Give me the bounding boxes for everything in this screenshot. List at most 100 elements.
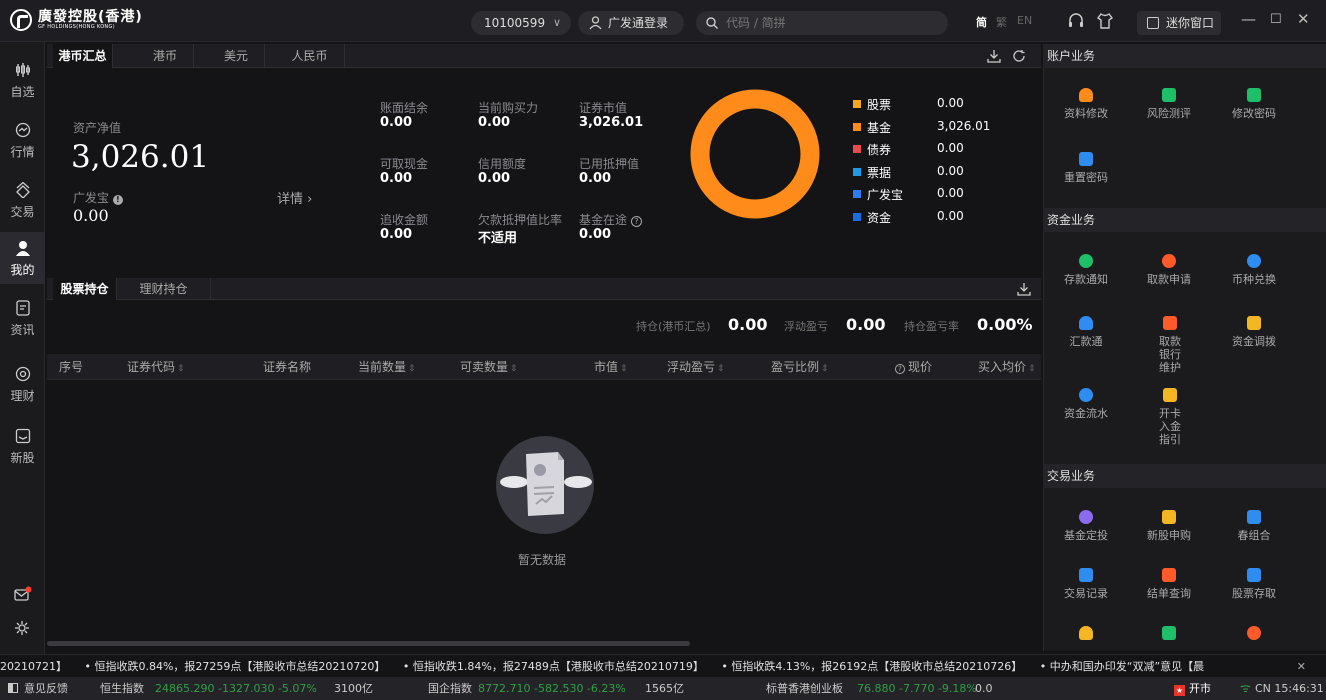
sidebar-item-market[interactable]: 行情 <box>0 114 45 164</box>
sidebar-item-ipo[interactable]: 新股 <box>0 420 45 470</box>
tab-hkd-summary[interactable]: 港币汇总 <box>53 44 113 68</box>
biz-spring-portfolio[interactable]: 春组合 <box>1224 510 1284 542</box>
detail-link[interactable]: 详情 › <box>277 188 312 207</box>
status-bar: 意见反馈 恒生指数 24865.290 -1327.030 -5.07% 310… <box>0 677 1326 700</box>
col-pnl-ratio[interactable]: 盈亏比例 ⇕ <box>771 354 829 382</box>
biz-label: 币种兑换 <box>1232 273 1276 286</box>
biz-card-deposit-guide[interactable]: 开卡入金指引 <box>1139 388 1201 446</box>
records-icon <box>1079 568 1093 582</box>
biz-withdraw[interactable]: 取款申请 <box>1139 254 1199 286</box>
sidebar-item-wealth[interactable]: 理财 <box>0 358 45 408</box>
col-market-value[interactable]: 市值 ⇕ <box>594 354 628 382</box>
legend-swatch <box>853 213 861 221</box>
biz-stock-deposit-withdraw[interactable]: 股票存取 <box>1224 568 1284 600</box>
sidebar-label-trade: 交易 <box>10 205 35 219</box>
biz-reset-password[interactable]: 重置密码 <box>1056 152 1116 184</box>
biz-statement-query[interactable]: 结单查询 <box>1139 568 1199 600</box>
col-sellable[interactable]: 可卖数量 ⇕ <box>460 354 518 382</box>
maximize-button[interactable]: ☐ <box>1270 12 1282 27</box>
help-icon[interactable]: ? <box>895 364 905 374</box>
holding-stat-label: 持仓盈亏率 <box>904 320 959 333</box>
ticker-item[interactable]: • 恒指收跌1.84%，报27489点【港股收市总结20210719】 <box>403 660 704 673</box>
gf-login-button[interactable]: 广发通登录 <box>578 11 684 35</box>
tab-cny[interactable]: 人民币 <box>275 44 345 68</box>
horizontal-scrollbar[interactable] <box>47 641 690 646</box>
sidebar-item-mine[interactable]: 我的 <box>0 232 45 284</box>
biz-fund-flow[interactable]: 资金流水 <box>1056 388 1116 420</box>
skin-icon[interactable] <box>1096 12 1114 30</box>
hscei-label[interactable]: 国企指数 <box>428 677 472 700</box>
download-icon[interactable] <box>987 49 1001 63</box>
chart-up-icon <box>1247 568 1261 582</box>
biz-trade-records[interactable]: 交易记录 <box>1056 568 1116 600</box>
search-icon <box>706 17 718 29</box>
download-icon[interactable] <box>1017 282 1031 296</box>
legend-value: 0.00 <box>937 186 964 201</box>
legend-swatch <box>853 122 861 131</box>
message-button[interactable] <box>14 586 32 606</box>
tab-hkd[interactable]: 港币 <box>137 44 194 68</box>
ticker-item[interactable]: • 恒指收跌0.84%，报27259点【港股收市总结20210720】 <box>85 660 386 673</box>
gem-label[interactable]: 标普香港创业板 <box>766 677 843 700</box>
biz-ipo-subscription[interactable]: 新股申购 <box>1139 510 1199 542</box>
refresh-icon[interactable] <box>1012 49 1026 63</box>
lang-traditional[interactable]: 繁 <box>996 14 1007 30</box>
sidebar-item-watchlist[interactable]: 自选 <box>0 54 45 104</box>
info-icon[interactable]: ! <box>112 195 123 205</box>
help-icon[interactable]: ? <box>630 216 642 227</box>
col-pnl[interactable]: 浮动盈亏 ⇕ <box>667 354 725 382</box>
sidebar-item-news[interactable]: 资讯 <box>0 292 45 342</box>
biz-fund-transfer[interactable]: 资金调拨 <box>1224 316 1284 348</box>
gem-volume: 0.0 <box>975 682 993 695</box>
gf-login-label: 广发通登录 <box>608 16 669 30</box>
tab-wealth-holdings[interactable]: 理财持仓 <box>117 278 211 300</box>
settings-button[interactable] <box>14 620 30 640</box>
sidebar-item-trade[interactable]: 交易 <box>0 174 45 224</box>
col-quantity[interactable]: 当前数量 ⇕ <box>358 354 416 382</box>
field-label: 基金在途 ? <box>579 211 642 228</box>
biz-more-2[interactable] <box>1139 626 1199 646</box>
close-icon[interactable]: ✕ <box>1297 655 1306 677</box>
biz-risk-assessment[interactable]: 风险测评 <box>1139 88 1199 120</box>
col-sellable-label: 可卖数量 <box>460 360 509 374</box>
col-price-label: 现价 <box>908 360 933 374</box>
biz-label: 存款通知 <box>1064 273 1108 286</box>
lang-simplified[interactable]: 简 <box>976 14 987 30</box>
net-asset-label: 资产净值 <box>73 121 122 135</box>
close-button[interactable]: ✕ <box>1297 10 1310 28</box>
biz-deposit-notice[interactable]: 存款通知 <box>1056 254 1116 286</box>
minimize-button[interactable]: — <box>1241 10 1256 28</box>
biz-currency-exchange[interactable]: 币种兑换 <box>1224 254 1284 286</box>
col-code[interactable]: 证券代码 ⇕ <box>127 354 185 382</box>
feedback-button[interactable]: 意见反馈 <box>8 677 68 700</box>
biz-fund-investment-plan[interactable]: 基金定投 <box>1056 510 1116 542</box>
biz-more-3[interactable] <box>1224 626 1284 646</box>
sidebar-label-wealth: 理财 <box>10 389 35 403</box>
biz-more-1[interactable] <box>1056 626 1116 646</box>
mini-window-button[interactable]: 迷你窗口 <box>1137 11 1221 35</box>
ticker-item[interactable]: 20210721】 <box>0 660 67 673</box>
biz-bank-maintenance[interactable]: 取款银行维护 <box>1139 316 1201 374</box>
tab-usd[interactable]: 美元 <box>208 44 265 68</box>
search-input[interactable]: 代码 / 简拼 <box>696 11 948 35</box>
flow-icon <box>1079 388 1093 402</box>
biz-profile-edit[interactable]: 资料修改 <box>1056 88 1116 120</box>
field-label: 欠款抵押值比率 <box>478 213 563 227</box>
biz-remittance[interactable]: 汇款通 <box>1056 316 1116 348</box>
tab-stock-holdings[interactable]: 股票持仓 <box>53 278 117 300</box>
sidebar-label-watchlist: 自选 <box>10 85 35 99</box>
account-selector[interactable]: 10100599 ∨ <box>471 11 571 35</box>
col-avg-cost[interactable]: 买入均价 ⇕ <box>978 354 1036 382</box>
bank-card-icon <box>1163 316 1177 330</box>
headset-icon[interactable] <box>1067 12 1085 30</box>
biz-change-password[interactable]: 修改密码 <box>1224 88 1284 120</box>
news-icon <box>15 300 30 316</box>
remit-icon <box>1079 316 1093 330</box>
mini-window-label: 迷你窗口 <box>1166 16 1215 30</box>
hsi-label[interactable]: 恒生指数 <box>100 677 144 700</box>
ticker-item[interactable]: • 中办和国办印发“双减”意见【晨 <box>1040 660 1204 673</box>
ticker-item[interactable]: • 恒指收跌4.13%，报26192点【港股收市总结20210726】 <box>721 660 1022 673</box>
lang-english[interactable]: EN <box>1017 14 1032 27</box>
news-ticker[interactable]: 20210721】 • 恒指收跌0.84%，报27259点【港股收市总结2021… <box>0 654 1326 677</box>
holding-stat-value: 0.00 <box>728 315 768 334</box>
